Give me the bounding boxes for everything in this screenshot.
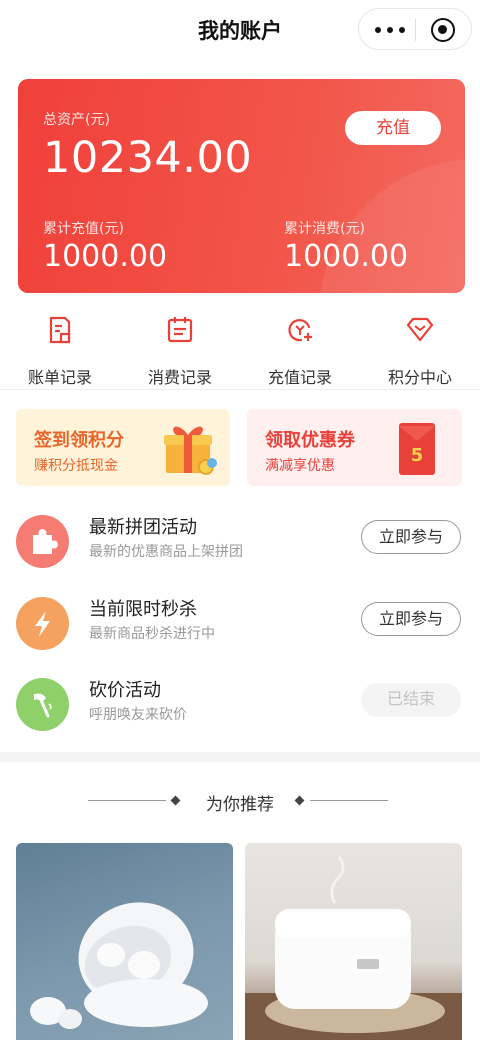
activity-title: 当前限时秒杀: [89, 599, 197, 620]
total-assets-label: 总资产(元): [43, 112, 110, 128]
diamond-icon: [406, 317, 434, 342]
activity-title: 最新拼团活动: [89, 517, 197, 538]
menu-item-bill[interactable]: 账单记录: [0, 312, 120, 388]
balance-card: 总资产(元) 10234.00 充值 累计充值(元) 1000.00 累计消费(…: [18, 79, 465, 293]
red-envelope-icon: 5: [399, 423, 435, 475]
activity-title: 砍价活动: [89, 680, 161, 701]
menu-item-points[interactable]: 积分中心: [360, 312, 480, 388]
recharged-label: 累计充值(元): [43, 221, 124, 237]
menu-label-consumption: 消费记录: [147, 368, 212, 387]
coupon-badge: 5: [411, 445, 424, 466]
activity-group-buy: 最新拼团活动 最新的优惠商品上架拼团 立即参与: [0, 504, 480, 584]
recommend-title: 为你推荐: [206, 795, 274, 815]
lightning-icon: [16, 597, 69, 650]
menu-label-recharge: 充值记录: [267, 368, 332, 387]
promo-sign-in-subtitle: 赚积分抵现金: [34, 458, 118, 474]
menu-item-consumption[interactable]: 消费记录: [120, 312, 240, 388]
ended-button: 已结束: [361, 683, 461, 717]
axe-icon: [16, 678, 69, 731]
calendar-icon: [167, 317, 193, 343]
promo-coupon-title: 领取优惠券: [265, 430, 355, 451]
recommend-header: 为你推荐: [0, 788, 480, 815]
promo-coupon-subtitle: 满减享优惠: [265, 458, 335, 474]
total-assets-value: 10234.00: [43, 133, 253, 183]
rice-cooker-image: [245, 856, 462, 1040]
quick-menu: 账单记录 消费记录 充值记录 积分中心: [0, 300, 480, 390]
nav-bar: 我的账户: [0, 0, 480, 62]
activity-subtitle: 最新的优惠商品上架拼团: [89, 544, 243, 560]
recharged-value: 1000.00: [43, 239, 168, 274]
recharge-button[interactable]: 充值: [345, 111, 441, 145]
activity-bargain: 砍价活动 呼朋唤友来砍价 已结束: [0, 667, 480, 747]
consumed-value: 1000.00: [284, 239, 409, 274]
join-button[interactable]: 立即参与: [361, 520, 461, 554]
more-icon[interactable]: [373, 19, 407, 39]
activity-subtitle: 呼朋唤友来砍价: [89, 707, 187, 723]
account-page: 我的账户 总资产(元) 10234.00 充值 累计充值(元) 1000.00 …: [0, 0, 480, 1040]
bill-icon: [49, 316, 71, 344]
mini-program-capsule: [358, 8, 472, 50]
recharge-icon: [288, 319, 312, 342]
menu-label-bill: 账单记录: [27, 368, 92, 387]
product-card-rice-cooker[interactable]: [245, 843, 462, 1040]
rule-right: [310, 800, 388, 801]
promo-sign-in[interactable]: 签到领积分 赚积分抵现金: [16, 409, 230, 486]
promo-sign-in-title: 签到领积分: [34, 430, 124, 451]
menu-label-points: 积分中心: [387, 368, 452, 387]
join-button[interactable]: 立即参与: [361, 602, 461, 636]
promo-coupon[interactable]: 领取优惠券 满减享优惠 5: [247, 409, 462, 486]
puzzle-icon: [16, 515, 69, 568]
capsule-divider: [415, 19, 416, 41]
consumed-label: 累计消费(元): [284, 221, 365, 237]
activity-subtitle: 最新商品秒杀进行中: [89, 626, 215, 642]
gift-icon: [164, 426, 217, 475]
close-target-icon[interactable]: [431, 18, 455, 42]
section-divider: [0, 752, 480, 762]
earbuds-image: [30, 902, 208, 1029]
product-card-earbuds[interactable]: [16, 843, 233, 1040]
activity-flash-sale: 当前限时秒杀 最新商品秒杀进行中 立即参与: [0, 586, 480, 666]
menu-item-recharge[interactable]: 充值记录: [240, 312, 360, 388]
